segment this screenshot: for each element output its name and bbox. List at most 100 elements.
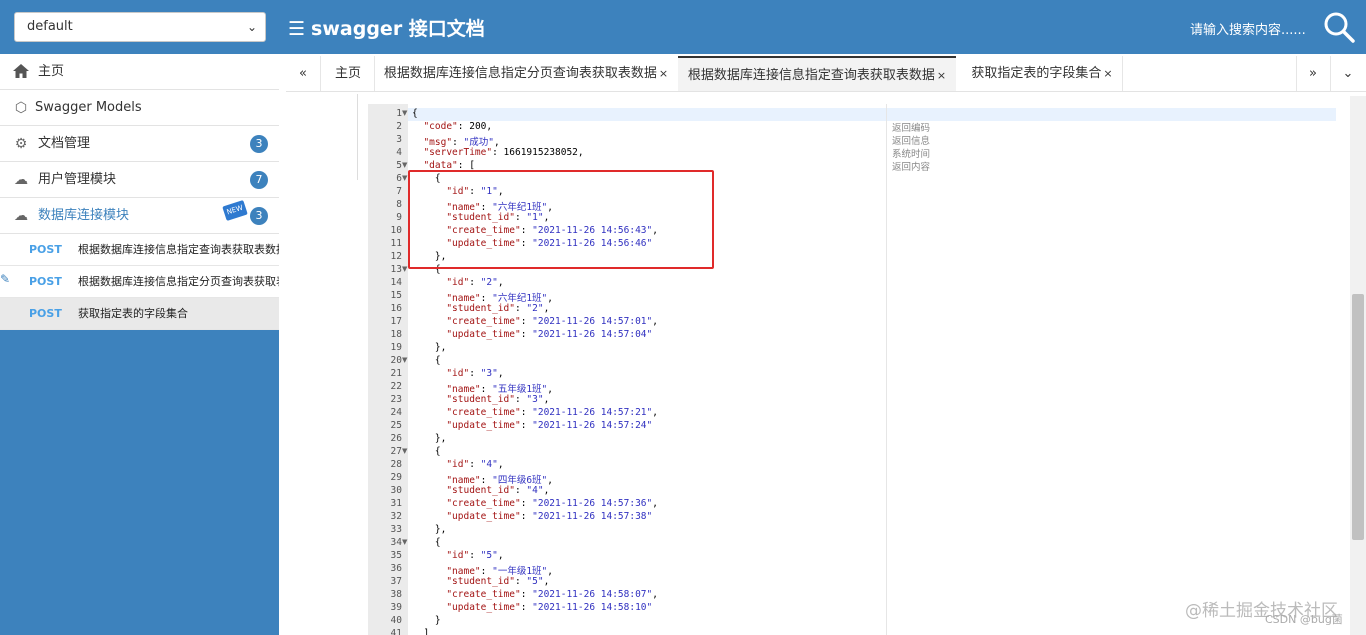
code-line: "id": "5", xyxy=(446,550,504,561)
line-number: 25 xyxy=(390,420,402,431)
api-label: 根据数据库连接信息指定分页查询表获取表数据 xyxy=(78,275,279,288)
scroll-tabs-left-icon[interactable]: « xyxy=(286,56,320,91)
http-method: POST xyxy=(29,307,62,320)
doc-settings-icon: ⚙ xyxy=(14,136,28,152)
fold-toggle-icon[interactable]: ▼ xyxy=(402,265,407,273)
line-number: 6 xyxy=(396,173,402,184)
api-item[interactable]: POST 根据数据库连接信息指定查询表获取表数据 xyxy=(0,234,279,266)
scrollbar-thumb[interactable] xyxy=(1352,294,1364,540)
csdn-watermark: CSDN @bug菌 xyxy=(1265,613,1343,626)
code-line: "name": "五年级1班", xyxy=(446,384,554,395)
search-icon[interactable] xyxy=(1322,10,1356,44)
sidebar-item-label: 文档管理 xyxy=(38,136,91,151)
line-number: 28 xyxy=(390,459,402,470)
field-description: 返回内容 xyxy=(892,162,931,173)
field-description: 返回信息 xyxy=(892,136,931,147)
menu-icon[interactable]: ☰ xyxy=(288,18,305,40)
scroll-tabs-right-icon[interactable]: » xyxy=(1298,56,1328,91)
app-title-text: swagger 接口文档 xyxy=(311,18,485,40)
group-select-value: default xyxy=(27,19,73,34)
api-label: 根据数据库连接信息指定查询表获取表数据 xyxy=(78,243,279,256)
code-line: "name": "一年级1班", xyxy=(446,566,554,577)
sidebar-item-home[interactable]: 主页 xyxy=(0,54,279,90)
top-header: default ⌄ ☰ swagger 接口文档 请输入搜索内容...... xyxy=(0,0,1366,54)
count-badge: 3 xyxy=(250,135,268,153)
line-number: 30 xyxy=(390,485,402,496)
api-item[interactable]: POST 根据数据库连接信息指定分页查询表获取表数据 xyxy=(0,266,279,298)
code-line: "create_time": "2021-11-26 14:57:21", xyxy=(446,407,658,418)
sidebar: 主页 ⬡ Swagger Models ⚙ 文档管理 3 ☁ 用户管理模块 7 … xyxy=(0,54,279,635)
fold-toggle-icon[interactable]: ▼ xyxy=(402,447,407,455)
search-input[interactable]: 请输入搜索内容...... xyxy=(1190,19,1306,38)
code-line: }, xyxy=(412,342,447,353)
code-line: { xyxy=(412,537,441,548)
code-line: "update_time": "2021-11-26 14:58:10" xyxy=(446,602,653,613)
highlight-box xyxy=(408,170,714,269)
tab-paged-query[interactable]: 根据数据库连接信息指定分页查询表获取表数据 × xyxy=(382,56,670,91)
code-line: { xyxy=(412,355,441,366)
code-line: "student_id": "2", xyxy=(446,303,550,314)
close-icon[interactable]: × xyxy=(937,69,946,82)
line-number: 10 xyxy=(390,225,402,236)
line-number: 37 xyxy=(390,576,402,587)
line-number: 26 xyxy=(390,433,402,444)
line-number: 29 xyxy=(390,472,402,483)
code-line: }, xyxy=(412,433,447,444)
tab-home[interactable]: 主页 xyxy=(326,56,370,91)
sidebar-item-swagger-models[interactable]: ⬡ Swagger Models xyxy=(0,90,279,126)
code-line: { xyxy=(412,108,418,119)
home-icon xyxy=(12,54,30,90)
code-line: "id": "4", xyxy=(446,459,504,470)
fold-toggle-icon[interactable]: ▼ xyxy=(402,161,407,169)
tab-bar: « 主页 根据数据库连接信息指定分页查询表获取表数据 × 根据数据库连接信息指定查… xyxy=(286,56,1366,92)
fold-toggle-icon[interactable]: ▼ xyxy=(402,174,407,182)
code-line: "code": 200, xyxy=(423,121,493,132)
line-number: 4 xyxy=(396,147,402,158)
tab-query[interactable]: 根据数据库连接信息指定查询表获取表数据 × xyxy=(678,56,956,91)
line-number: 3 xyxy=(396,134,402,145)
line-number: 36 xyxy=(390,563,402,574)
fold-toggle-icon[interactable]: ▼ xyxy=(402,109,407,117)
line-number: 34 xyxy=(390,537,402,548)
sidebar-item-label: Swagger Models xyxy=(35,100,142,115)
tab-divider xyxy=(1330,56,1331,91)
app-title: ☰ swagger 接口文档 xyxy=(288,14,485,41)
api-item[interactable]: POST 获取指定表的字段集合 xyxy=(0,298,279,330)
line-number: 17 xyxy=(390,316,402,327)
fold-toggle-icon[interactable]: ▼ xyxy=(402,356,407,364)
code-line: }, xyxy=(412,524,447,535)
line-number: 8 xyxy=(396,199,402,210)
sidebar-item-db-connection[interactable]: ☁ 数据库连接模块 NEW 3 xyxy=(0,198,279,234)
count-badge: 3 xyxy=(250,207,268,225)
tab-label: 获取指定表的字段集合 xyxy=(971,66,1102,81)
line-number: 31 xyxy=(390,498,402,509)
line-number: 40 xyxy=(390,615,402,626)
sidebar-item-user-management[interactable]: ☁ 用户管理模块 7 xyxy=(0,162,279,198)
tab-field-list[interactable]: 获取指定表的字段集合 × xyxy=(964,56,1120,91)
line-number: 22 xyxy=(390,381,402,392)
line-number: 23 xyxy=(390,394,402,405)
line-number: 41 xyxy=(390,628,402,635)
chevron-down-icon: ⌄ xyxy=(246,20,257,34)
line-number: 13 xyxy=(390,264,402,275)
group-select[interactable]: default ⌄ xyxy=(14,12,266,42)
fold-toggle-icon[interactable]: ▼ xyxy=(402,538,407,546)
tab-menu-icon[interactable]: ⌄ xyxy=(1332,56,1364,91)
code-line: "student_id": "5", xyxy=(446,576,550,587)
sidebar-item-doc-management[interactable]: ⚙ 文档管理 3 xyxy=(0,126,279,162)
code-line: "create_time": "2021-11-26 14:57:01", xyxy=(446,316,658,327)
tab-divider xyxy=(1296,56,1297,91)
code-line: "name": "四年级6班", xyxy=(446,475,554,486)
tab-divider xyxy=(374,56,375,91)
line-number: 1 xyxy=(396,108,402,119)
close-icon[interactable]: × xyxy=(1103,67,1112,80)
code-line: ] xyxy=(412,628,430,635)
line-number: 16 xyxy=(390,303,402,314)
code-line: "name": "六年纪1班", xyxy=(446,293,554,304)
code-line: "student_id": "4", xyxy=(446,485,550,496)
active-line xyxy=(408,108,1336,121)
code-line: "create_time": "2021-11-26 14:58:07", xyxy=(446,589,658,600)
close-icon[interactable]: × xyxy=(659,67,668,80)
line-number: 9 xyxy=(396,212,402,223)
line-number: 32 xyxy=(390,511,402,522)
